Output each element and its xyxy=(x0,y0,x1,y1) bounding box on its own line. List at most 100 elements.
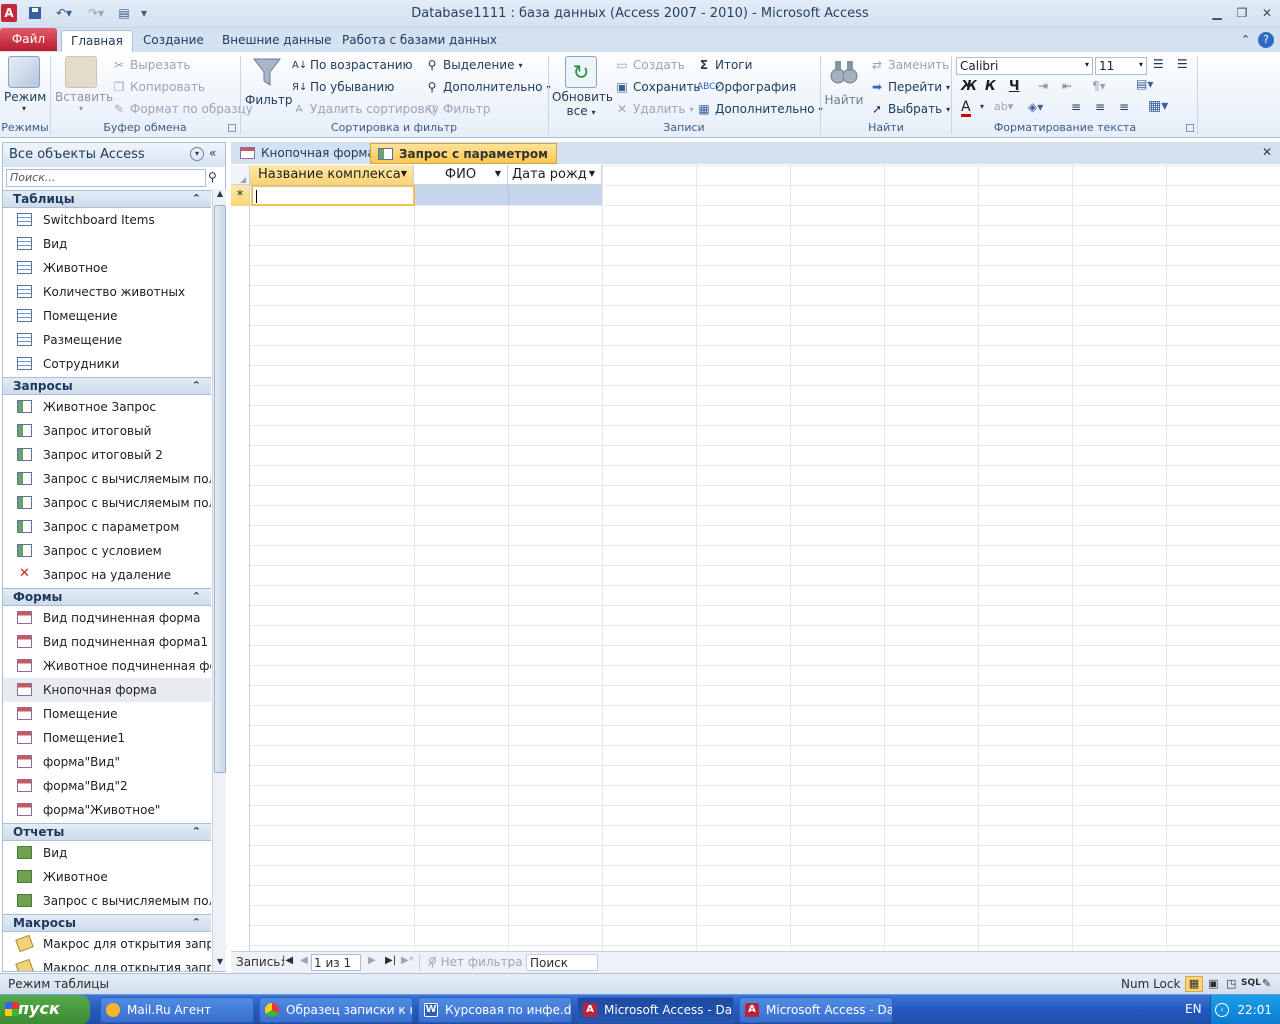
alternate-row-icon[interactable]: ▦▾ xyxy=(1148,98,1168,114)
scroll-down-icon[interactable]: ▼ xyxy=(214,957,226,971)
nav-item-table[interactable]: Размещение xyxy=(3,328,211,352)
highlight-icon[interactable]: ab▾ xyxy=(994,100,1013,113)
pivot-table-icon[interactable]: ▣ xyxy=(1208,977,1218,990)
nav-item-form[interactable]: Помещение1 xyxy=(3,726,211,750)
nav-item-form[interactable]: Животное подчиненная фо... xyxy=(3,654,211,678)
sort-ascending-button[interactable]: A↓ По возрастанию xyxy=(292,58,413,72)
help-icon[interactable]: ? xyxy=(1258,32,1274,48)
nav-group-queries[interactable]: Запросы ⌃ xyxy=(3,377,211,395)
tab-external-data[interactable]: Внешние данные xyxy=(213,30,340,52)
taskbar-item-access-active[interactable]: A Microsoft Access - Da... xyxy=(577,997,734,1023)
text-format-launcher-icon[interactable] xyxy=(1186,124,1194,132)
nav-item-query[interactable]: Запрос итоговый 2 xyxy=(3,443,211,467)
collapse-group-icon[interactable]: ⌃ xyxy=(192,916,201,929)
bold-button[interactable]: Ж xyxy=(961,79,977,94)
align-center-icon[interactable]: ≡ xyxy=(1095,100,1105,114)
datasheet-grid[interactable]: ◢ Название комплекса ▼ ФИО ▼ Дата рожде ▼ * xyxy=(231,164,1280,951)
nav-item-form[interactable]: форма"Вид"2 xyxy=(3,774,211,798)
collapse-nav-icon[interactable]: « xyxy=(209,146,216,160)
numbering-icon[interactable]: ☰ xyxy=(1177,57,1188,71)
doc-tab-parameter-query[interactable]: Запрос с параметром xyxy=(370,143,557,164)
new-record-nav-icon[interactable]: ▶* xyxy=(401,955,414,966)
nav-item-form[interactable]: форма"Вид" xyxy=(3,750,211,774)
nav-item-query[interactable]: Животное Запрос xyxy=(3,395,211,419)
taskbar-item-chrome[interactable]: Образец записки к к... xyxy=(259,997,413,1023)
save-record-button[interactable]: ▣ Сохранить xyxy=(615,80,700,94)
format-painter-button[interactable]: ✎ Формат по образцу xyxy=(112,102,253,116)
paste-button[interactable]: Вставить ▾ xyxy=(55,56,113,113)
column-dropdown-icon[interactable]: ▼ xyxy=(401,169,407,178)
restore-icon[interactable]: ❐ xyxy=(1233,5,1251,21)
nav-scrollbar[interactable]: ▲ ▼ xyxy=(212,189,226,971)
first-record-icon[interactable]: |◀ xyxy=(282,955,293,966)
nav-group-macros[interactable]: Макросы ⌃ xyxy=(3,914,211,932)
pivot-chart-icon[interactable]: ◳ xyxy=(1226,977,1236,990)
nav-group-reports[interactable]: Отчеты ⌃ xyxy=(3,823,211,841)
font-color-dropdown-icon[interactable]: ▾ xyxy=(980,102,984,111)
cut-button[interactable]: ✂ Вырезать xyxy=(112,58,191,72)
column-dropdown-icon[interactable]: ▼ xyxy=(586,169,595,178)
selection-button[interactable]: ⚲ Выделение ▾ xyxy=(425,58,523,72)
new-record-button[interactable]: ▭ Создать xyxy=(615,58,685,72)
design-view-icon[interactable]: ✎ xyxy=(1262,977,1271,990)
close-icon[interactable]: ✕ xyxy=(1258,5,1276,21)
nav-item-form[interactable]: Вид подчиненная форма xyxy=(3,606,211,630)
nav-item-form[interactable]: Помещение xyxy=(3,702,211,726)
tab-create[interactable]: Создание xyxy=(134,30,213,52)
minimize-icon[interactable]: ▁ xyxy=(1208,5,1226,21)
new-row-selector[interactable]: * xyxy=(231,185,250,206)
fill-color-icon[interactable]: ◈▾ xyxy=(1028,100,1043,114)
italic-button[interactable]: К xyxy=(985,79,996,94)
font-name-select[interactable]: Calibri ▾ xyxy=(956,57,1093,75)
nav-item-report[interactable]: Вид xyxy=(3,841,211,865)
spelling-button[interactable]: ABC✓ Орфография xyxy=(697,80,796,94)
nav-group-forms[interactable]: Формы ⌃ xyxy=(3,588,211,606)
column-header[interactable]: Название комплекса ▼ xyxy=(250,165,414,185)
column-header[interactable]: ФИО ▼ xyxy=(414,165,508,185)
nav-item-table[interactable]: Сотрудники xyxy=(3,352,211,376)
column-dropdown-icon[interactable]: ▼ xyxy=(495,169,501,178)
remove-sort-button[interactable]: A̶ Удалить сортировку xyxy=(292,102,439,116)
taskbar-item-word[interactable]: W Курсовая по инфе.d... xyxy=(418,997,572,1023)
nav-item-table[interactable]: Вид xyxy=(3,232,211,256)
underline-button[interactable]: Ч xyxy=(1009,79,1020,94)
nav-menu-chevron-icon[interactable]: ▾ xyxy=(190,147,204,161)
current-record-input[interactable]: 1 из 1 xyxy=(311,954,361,971)
nav-item-macro[interactable]: Макрос для открытия запро... xyxy=(3,956,211,971)
ltr-icon[interactable]: ¶▾ xyxy=(1092,79,1106,93)
nav-item-query[interactable]: Запрос с вычисляемым полем xyxy=(3,467,211,491)
advanced-filter-button[interactable]: ⚲Дополнительно▾ xyxy=(425,80,551,94)
nav-item-macro[interactable]: Макрос для открытия запро... xyxy=(3,932,211,956)
last-record-icon[interactable]: ▶| xyxy=(385,955,396,966)
collapse-group-icon[interactable]: ⌃ xyxy=(192,379,201,392)
new-row-cell[interactable] xyxy=(251,185,415,206)
scroll-up-icon[interactable]: ▲ xyxy=(214,189,226,203)
refresh-all-button[interactable]: ↻ Обновить все ▾ xyxy=(552,56,613,118)
nav-item-form[interactable]: Вид подчиненная форма1 xyxy=(3,630,211,654)
nav-pane-header[interactable]: Все объекты Access ▾ « xyxy=(3,143,225,167)
gridlines-icon[interactable]: ▤▾ xyxy=(1136,77,1153,91)
collapse-group-icon[interactable]: ⌃ xyxy=(192,192,201,205)
show-hidden-icons-icon[interactable]: ‹ xyxy=(1215,1003,1229,1017)
collapse-group-icon[interactable]: ⌃ xyxy=(192,825,201,838)
nav-group-tables[interactable]: Таблицы ⌃ xyxy=(3,190,211,208)
new-row-cell[interactable] xyxy=(415,185,509,205)
view-mode-button[interactable]: Режим ▾ xyxy=(4,56,46,113)
minimize-ribbon-icon[interactable]: ⌃ xyxy=(1241,33,1250,46)
tab-database-tools[interactable]: Работа с базами данных xyxy=(333,30,506,52)
nav-item-query[interactable]: Запрос с вычисляемым пол... xyxy=(3,491,211,515)
nav-item-table[interactable]: Switchboard Items xyxy=(3,208,211,232)
nav-item-form[interactable]: форма"Животное" xyxy=(3,798,211,822)
font-size-select[interactable]: 11 ▾ xyxy=(1095,57,1147,75)
nav-item-table[interactable]: Животное xyxy=(3,256,211,280)
collapse-group-icon[interactable]: ⌃ xyxy=(192,590,201,603)
nav-item-query[interactable]: Запрос итоговый xyxy=(3,419,211,443)
new-row-cell[interactable] xyxy=(509,185,602,205)
bullets-icon[interactable]: ☰ xyxy=(1153,57,1164,71)
nav-item-form-selected[interactable]: Кнопочная форма xyxy=(3,678,211,702)
decrease-indent-icon[interactable]: ⇤ xyxy=(1062,79,1072,93)
taskbar-item-access[interactable]: A Microsoft Access - Da... xyxy=(739,997,893,1023)
previous-record-icon[interactable]: ◀ xyxy=(300,955,308,966)
sort-descending-button[interactable]: Я↓ По убыванию xyxy=(292,80,394,94)
tab-file[interactable]: Файл xyxy=(0,28,57,51)
